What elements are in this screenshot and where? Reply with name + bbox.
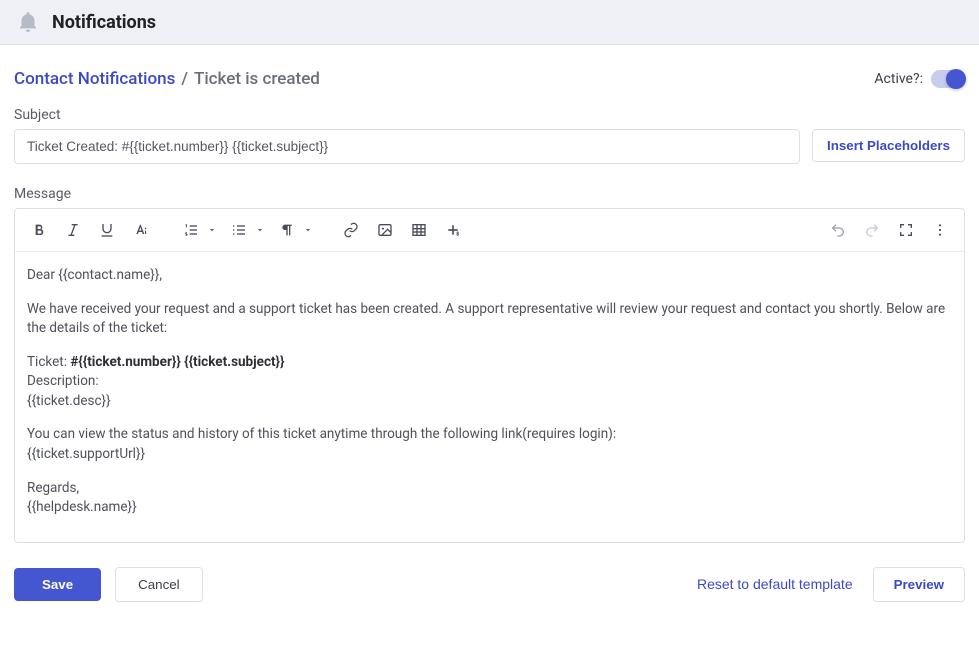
footer-right: Reset to default template Preview — [697, 567, 965, 602]
insert-more-icon[interactable] — [437, 215, 469, 245]
content-area: Contact Notifications / Ticket is create… — [0, 45, 979, 632]
message-line-description-placeholder: {{ticket.desc}} — [27, 392, 952, 412]
fullscreen-icon[interactable] — [890, 215, 922, 245]
message-line-helpdesk-name: {{helpdesk.name}} — [27, 498, 952, 518]
ordered-list-dropdown-icon[interactable] — [203, 215, 221, 245]
ticket-placeholder-bold: #{{ticket.number}} {{ticket.subject}} — [70, 354, 284, 370]
message-line-intro: We have received your request and a supp… — [27, 300, 952, 339]
preview-button[interactable]: Preview — [873, 567, 965, 602]
image-icon[interactable] — [369, 215, 401, 245]
active-label: Active?: — [874, 71, 923, 87]
breadcrumb-row: Contact Notifications / Ticket is create… — [14, 61, 965, 107]
bold-icon[interactable] — [23, 215, 55, 245]
cancel-button[interactable]: Cancel — [115, 567, 203, 602]
insert-placeholders-button[interactable]: Insert Placeholders — [812, 129, 965, 162]
table-icon[interactable] — [403, 215, 435, 245]
breadcrumb-separator: / — [181, 69, 188, 89]
active-toggle-wrap: Active?: — [874, 70, 965, 88]
font-options-icon[interactable] — [125, 215, 157, 245]
link-icon[interactable] — [335, 215, 367, 245]
message-line-link-text: You can view the status and history of t… — [27, 425, 952, 445]
save-button[interactable]: Save — [14, 568, 101, 601]
breadcrumb: Contact Notifications / Ticket is create… — [14, 69, 320, 89]
more-icon[interactable] — [924, 215, 956, 245]
active-toggle[interactable] — [931, 70, 965, 88]
underline-icon[interactable] — [91, 215, 123, 245]
toggle-knob — [946, 69, 966, 89]
subject-input[interactable] — [14, 129, 800, 164]
message-label: Message — [14, 186, 965, 202]
message-line-regards: Regards, — [27, 479, 952, 499]
page-header: Notifications — [0, 0, 979, 45]
subject-label: Subject — [14, 107, 800, 123]
message-line-description-label: Description: — [27, 372, 952, 392]
rich-text-editor: Dear {{contact.name}}, We have received … — [14, 208, 965, 543]
ticket-prefix: Ticket: — [27, 354, 70, 370]
breadcrumb-current: Ticket is created — [194, 69, 320, 89]
bell-icon — [16, 10, 40, 34]
message-line-ticket: Ticket: #{{ticket.number}} {{ticket.subj… — [27, 353, 952, 373]
redo-icon[interactable] — [856, 215, 888, 245]
message-line-greeting: Dear {{contact.name}}, — [27, 266, 952, 286]
paragraph-dropdown-icon[interactable] — [299, 215, 317, 245]
editor-toolbar — [15, 209, 964, 252]
footer-actions: Save Cancel Reset to default template Pr… — [14, 543, 965, 612]
unordered-list-dropdown-icon[interactable] — [251, 215, 269, 245]
breadcrumb-parent-link[interactable]: Contact Notifications — [14, 69, 175, 89]
subject-row: Subject . Insert Placeholders — [14, 107, 965, 164]
page-title: Notifications — [52, 12, 156, 33]
insert-placeholders-wrap: . Insert Placeholders — [812, 107, 965, 162]
message-line-link-placeholder: {{ticket.supportUrl}} — [27, 445, 952, 465]
italic-icon[interactable] — [57, 215, 89, 245]
subject-field-wrap: Subject — [14, 107, 800, 164]
undo-icon[interactable] — [822, 215, 854, 245]
reset-template-link[interactable]: Reset to default template — [697, 576, 853, 592]
editor-body[interactable]: Dear {{contact.name}}, We have received … — [15, 252, 964, 542]
